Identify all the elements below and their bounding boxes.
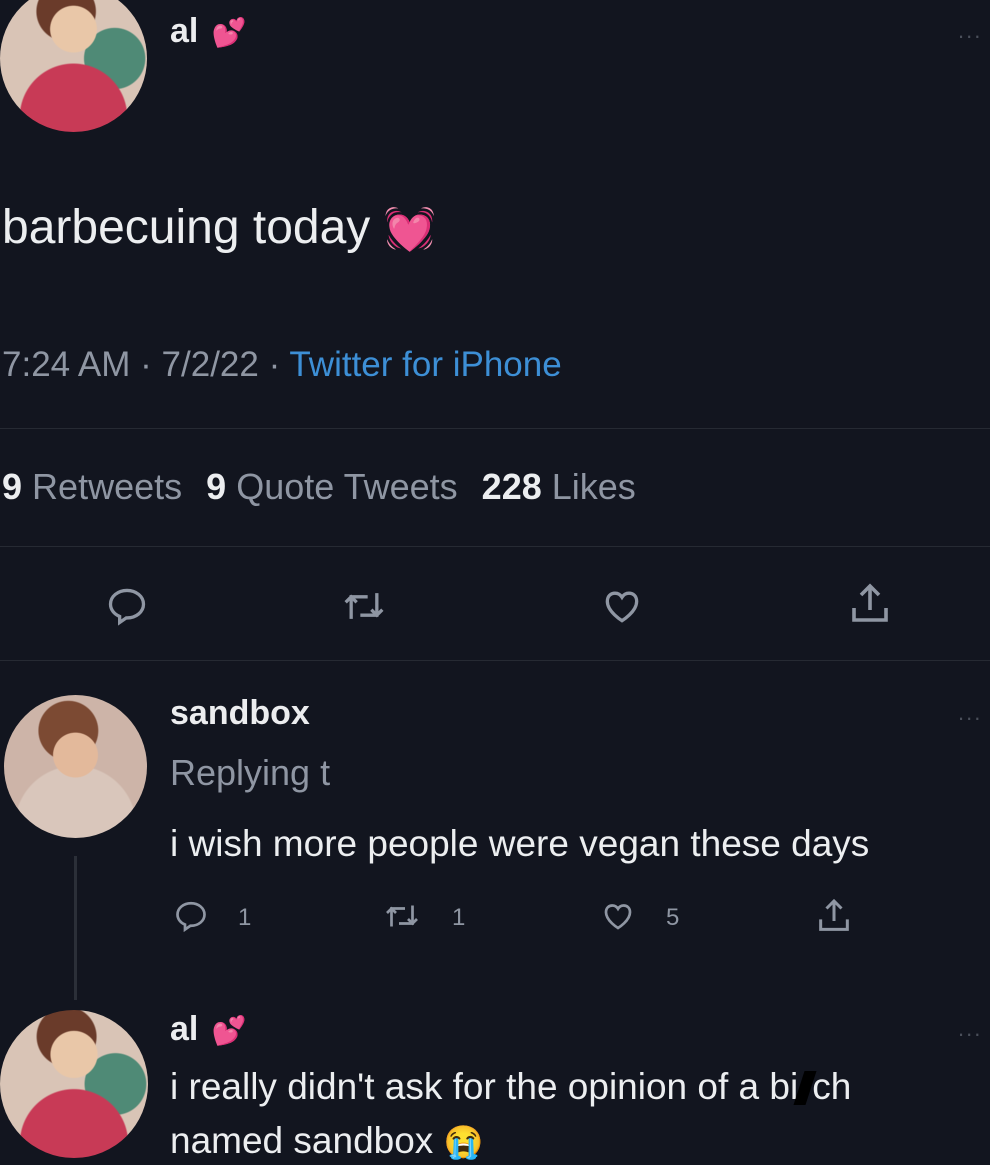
- heart-icon[interactable]: [598, 898, 638, 934]
- more-options-icon[interactable]: ...: [958, 1016, 982, 1042]
- heartbeat-emoji: 💓: [383, 205, 436, 252]
- two-hearts-icon: 💕: [211, 1015, 247, 1046]
- divider: [0, 428, 990, 429]
- likes-count: 228: [481, 466, 542, 507]
- more-options-icon[interactable]: ...: [958, 700, 982, 726]
- tweet-stats: 9 Retweets 9 Quote Tweets 228 Likes: [2, 466, 636, 508]
- like-count: 5: [666, 904, 680, 931]
- share-icon[interactable]: [814, 896, 854, 936]
- two-hearts-icon: 💕: [211, 17, 247, 48]
- tweet-text-body: barbecuing today: [2, 201, 371, 254]
- tweet-author-name[interactable]: al 💕: [170, 12, 247, 51]
- likes-stat[interactable]: 228 Likes: [482, 466, 636, 507]
- quotes-count: 9: [206, 466, 227, 507]
- reply-author-name[interactable]: al 💕: [170, 1010, 247, 1049]
- meta-separator: ·: [268, 345, 290, 384]
- reply-text-line-1: i really didn't ask for the opinion of a…: [170, 1066, 851, 1108]
- reply-icon[interactable]: [172, 898, 210, 934]
- avatar[interactable]: [4, 695, 147, 838]
- retweet-icon[interactable]: [382, 898, 422, 934]
- author-name-text: al: [170, 12, 199, 50]
- reply-text-line-2: named sandbox 😭: [170, 1120, 483, 1162]
- tweet-text: barbecuing today 💓: [2, 200, 436, 255]
- reply-author-name[interactable]: sandbox: [170, 694, 310, 733]
- reply-text-part: named sandbox: [170, 1120, 434, 1161]
- retweets-count: 9: [2, 466, 23, 507]
- replying-to: Replying t: [170, 752, 331, 793]
- divider: [0, 546, 990, 547]
- share-icon[interactable]: [846, 580, 894, 628]
- retweet-count: 1: [452, 904, 466, 931]
- avatar[interactable]: [0, 1010, 148, 1158]
- heart-icon[interactable]: [598, 584, 646, 628]
- tweet-time: 7:24 AM: [2, 345, 131, 384]
- retweet-icon[interactable]: [340, 584, 388, 628]
- retweets-stat[interactable]: 9 Retweets: [2, 466, 192, 507]
- avatar[interactable]: [0, 0, 147, 132]
- tweet-source-link[interactable]: Twitter for iPhone: [289, 345, 561, 384]
- reply-icon[interactable]: [104, 584, 150, 628]
- crying-emoji: 😭: [443, 1124, 484, 1160]
- divider: [0, 660, 990, 661]
- more-options-icon[interactable]: ...: [958, 18, 982, 44]
- quote-tweets-stat[interactable]: 9 Quote Tweets: [206, 466, 468, 507]
- tweet-meta: 7:24 AM · 7/2/22 · Twitter for iPhone: [2, 345, 562, 385]
- thread-line: [74, 856, 77, 1000]
- likes-label: Likes: [551, 466, 636, 507]
- meta-separator: ·: [140, 345, 162, 384]
- reply-text: i wish more people were vegan these days: [170, 823, 870, 864]
- tweet-date: 7/2/22: [161, 345, 259, 384]
- author-name-text: al: [170, 1010, 199, 1048]
- quotes-label: Quote Tweets: [236, 466, 458, 507]
- reply-text-part: ch: [812, 1066, 852, 1107]
- retweets-label: Retweets: [32, 466, 183, 507]
- reply-count: 1: [238, 904, 252, 931]
- reply-text-part: i really didn't ask for the opinion of a…: [170, 1066, 799, 1107]
